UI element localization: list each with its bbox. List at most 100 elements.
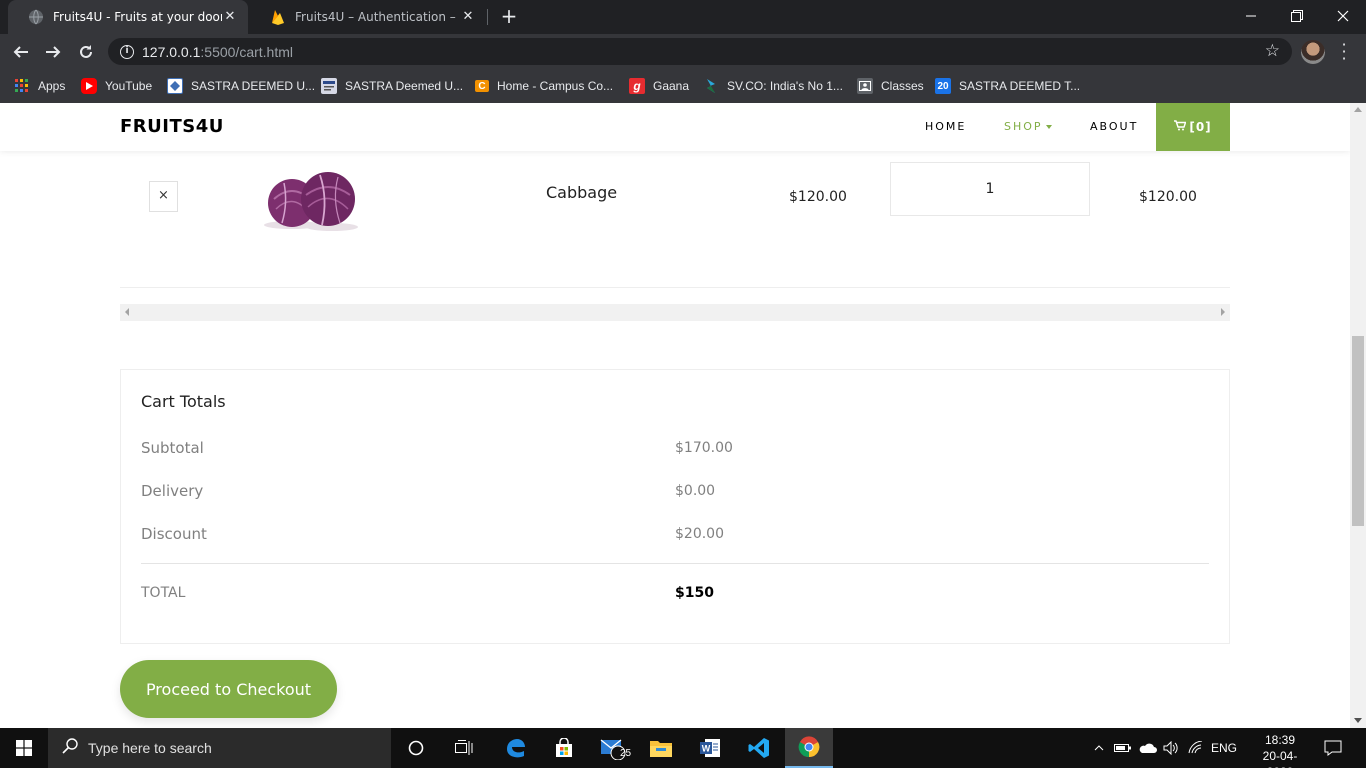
bookmark-label: SV.CO: India's No 1... xyxy=(727,79,843,93)
battery-icon[interactable] xyxy=(1113,728,1133,768)
tab-authentication[interactable]: Fruits4U – Authentication – Fireb ✕ xyxy=(250,0,486,34)
bookmark-star-icon[interactable]: ☆ xyxy=(1265,41,1280,61)
show-hidden-icons-icon[interactable] xyxy=(1090,728,1108,768)
scroll-down-icon[interactable] xyxy=(1354,718,1362,723)
tab-title: Fruits4U – Authentication – Fireb xyxy=(295,10,460,24)
mail-badge: 25 xyxy=(620,748,632,759)
classes-icon xyxy=(857,78,873,94)
bookmark-label: Gaana xyxy=(653,79,690,93)
store-icon[interactable] xyxy=(540,728,588,768)
system-clock[interactable]: 18:39 20-04-2020 xyxy=(1252,732,1308,768)
product-image-cabbage xyxy=(262,169,362,235)
total-value: $150 xyxy=(675,585,714,601)
bookmark-label: YouTube xyxy=(105,79,153,93)
cart-totals-card: Cart Totals Subtotal $170.00 Delivery $0… xyxy=(120,369,1230,644)
clock-date: 20-04-2020 xyxy=(1262,749,1298,768)
delivery-value: $0.00 xyxy=(675,483,716,499)
file-explorer-icon[interactable] xyxy=(637,728,685,768)
language-indicator[interactable]: ENG xyxy=(1208,728,1240,768)
sastra-icon xyxy=(167,78,183,94)
browser-tab-strip: Fruits4U - Fruits at your door ✕ Fruits4… xyxy=(0,0,1366,34)
svg-text:W: W xyxy=(702,744,711,754)
address-bar[interactable]: i 127.0.0.1:5500/cart.html ☆ xyxy=(108,38,1292,65)
bookmark-campus[interactable]: C Home - Campus Co... xyxy=(475,76,613,96)
bookmark-sastra-2[interactable]: SASTRA Deemed U... xyxy=(321,76,463,96)
bookmark-label: Apps xyxy=(38,79,66,93)
scroll-left-icon[interactable] xyxy=(125,308,129,316)
nav-home[interactable]: HOME xyxy=(925,120,966,133)
back-icon[interactable] xyxy=(8,39,34,65)
cart-count: [0] xyxy=(1189,120,1212,134)
browser-toolbar: i 127.0.0.1:5500/cart.html ☆ · · · xyxy=(0,34,1366,69)
discount-value: $20.00 xyxy=(675,526,724,542)
windows-start-icon[interactable] xyxy=(0,728,48,768)
divider xyxy=(141,563,1209,564)
youtube-icon xyxy=(81,78,97,94)
notification-icon[interactable] xyxy=(1318,728,1348,768)
scrollbar-thumb[interactable] xyxy=(1352,336,1364,526)
minimize-icon[interactable] xyxy=(1228,0,1274,32)
firebase-icon xyxy=(270,9,286,25)
bookmark-svco[interactable]: SV.CO: India's No 1... xyxy=(703,76,843,96)
globe-icon xyxy=(28,9,44,25)
bookmark-gaana[interactable]: g Gaana xyxy=(629,76,689,96)
proceed-to-checkout-button[interactable]: Proceed to Checkout xyxy=(120,660,337,718)
mail-icon[interactable]: 25 xyxy=(589,728,637,768)
onedrive-icon[interactable] xyxy=(1137,728,1159,768)
quantity-input[interactable]: 1 xyxy=(890,162,1090,216)
profile-avatar[interactable] xyxy=(1301,40,1325,64)
bookmark-apps[interactable]: Apps xyxy=(14,76,65,96)
bookmark-label: SASTRA DEEMED U... xyxy=(191,79,316,93)
word-icon[interactable]: W xyxy=(686,728,734,768)
svco-icon xyxy=(703,78,719,94)
horizontal-scrollbar[interactable] xyxy=(120,304,1230,321)
search-icon xyxy=(62,738,78,758)
taskbar-search-box[interactable]: Type here to search xyxy=(48,728,391,768)
bookmarks-bar: Apps YouTube SASTRA DEEMED U... SASTRA D… xyxy=(0,69,1366,103)
bookmark-label: SASTRA Deemed U... xyxy=(345,79,464,93)
tab-fruits4u[interactable]: Fruits4U - Fruits at your door ✕ xyxy=(8,0,248,34)
bookmark-classes[interactable]: Classes xyxy=(857,76,924,96)
nav-shop[interactable]: SHOP xyxy=(1004,120,1052,133)
new-tab-icon[interactable]: + xyxy=(497,6,521,28)
task-view-icon[interactable] xyxy=(440,728,488,768)
more-menu-icon[interactable]: · · · xyxy=(1336,37,1352,67)
campus-icon: C xyxy=(475,80,489,92)
bookmark-calendar[interactable]: 20 SASTRA DEEMED T... xyxy=(935,76,1080,96)
cart-button[interactable]: [0] xyxy=(1156,103,1230,151)
subtotal-label: Subtotal xyxy=(141,439,204,457)
close-icon[interactable]: ✕ xyxy=(460,9,476,25)
cart-totals-heading: Cart Totals xyxy=(141,392,226,411)
bookmark-sastra-1[interactable]: SASTRA DEEMED U... xyxy=(167,76,315,96)
total-label: TOTAL xyxy=(141,585,186,601)
discount-label: Discount xyxy=(141,525,207,543)
site-logo[interactable]: FRUITS4U xyxy=(120,116,224,137)
cortana-icon[interactable] xyxy=(392,728,440,768)
scroll-up-icon[interactable] xyxy=(1354,107,1362,112)
line-total: $120.00 xyxy=(1139,189,1197,205)
unit-price: $120.00 xyxy=(789,189,847,205)
vertical-scrollbar[interactable] xyxy=(1350,103,1366,728)
vscode-icon[interactable] xyxy=(735,728,783,768)
close-icon[interactable]: ✕ xyxy=(222,9,238,25)
nav-about[interactable]: ABOUT xyxy=(1090,120,1138,133)
window-close-icon[interactable] xyxy=(1320,0,1366,32)
info-icon[interactable]: i xyxy=(120,44,134,59)
calendar-icon: 20 xyxy=(935,78,951,94)
edge-icon[interactable] xyxy=(491,728,539,768)
bookmark-label: Home - Campus Co... xyxy=(497,79,614,93)
reload-icon[interactable] xyxy=(73,39,99,65)
search-placeholder: Type here to search xyxy=(88,740,212,756)
remove-item-button[interactable]: × xyxy=(149,181,178,212)
divider xyxy=(120,287,1230,288)
volume-icon[interactable] xyxy=(1161,728,1181,768)
chrome-icon[interactable] xyxy=(785,728,833,768)
wifi-icon[interactable] xyxy=(1186,728,1206,768)
sastra-page-icon xyxy=(321,78,337,94)
site-navbar: FRUITS4U HOME SHOP ABOUT [0] xyxy=(0,103,1350,151)
forward-icon[interactable] xyxy=(40,39,66,65)
scroll-right-icon[interactable] xyxy=(1221,308,1225,316)
bookmark-youtube[interactable]: YouTube xyxy=(81,76,152,96)
delivery-label: Delivery xyxy=(141,482,204,500)
restore-icon[interactable] xyxy=(1274,0,1320,32)
